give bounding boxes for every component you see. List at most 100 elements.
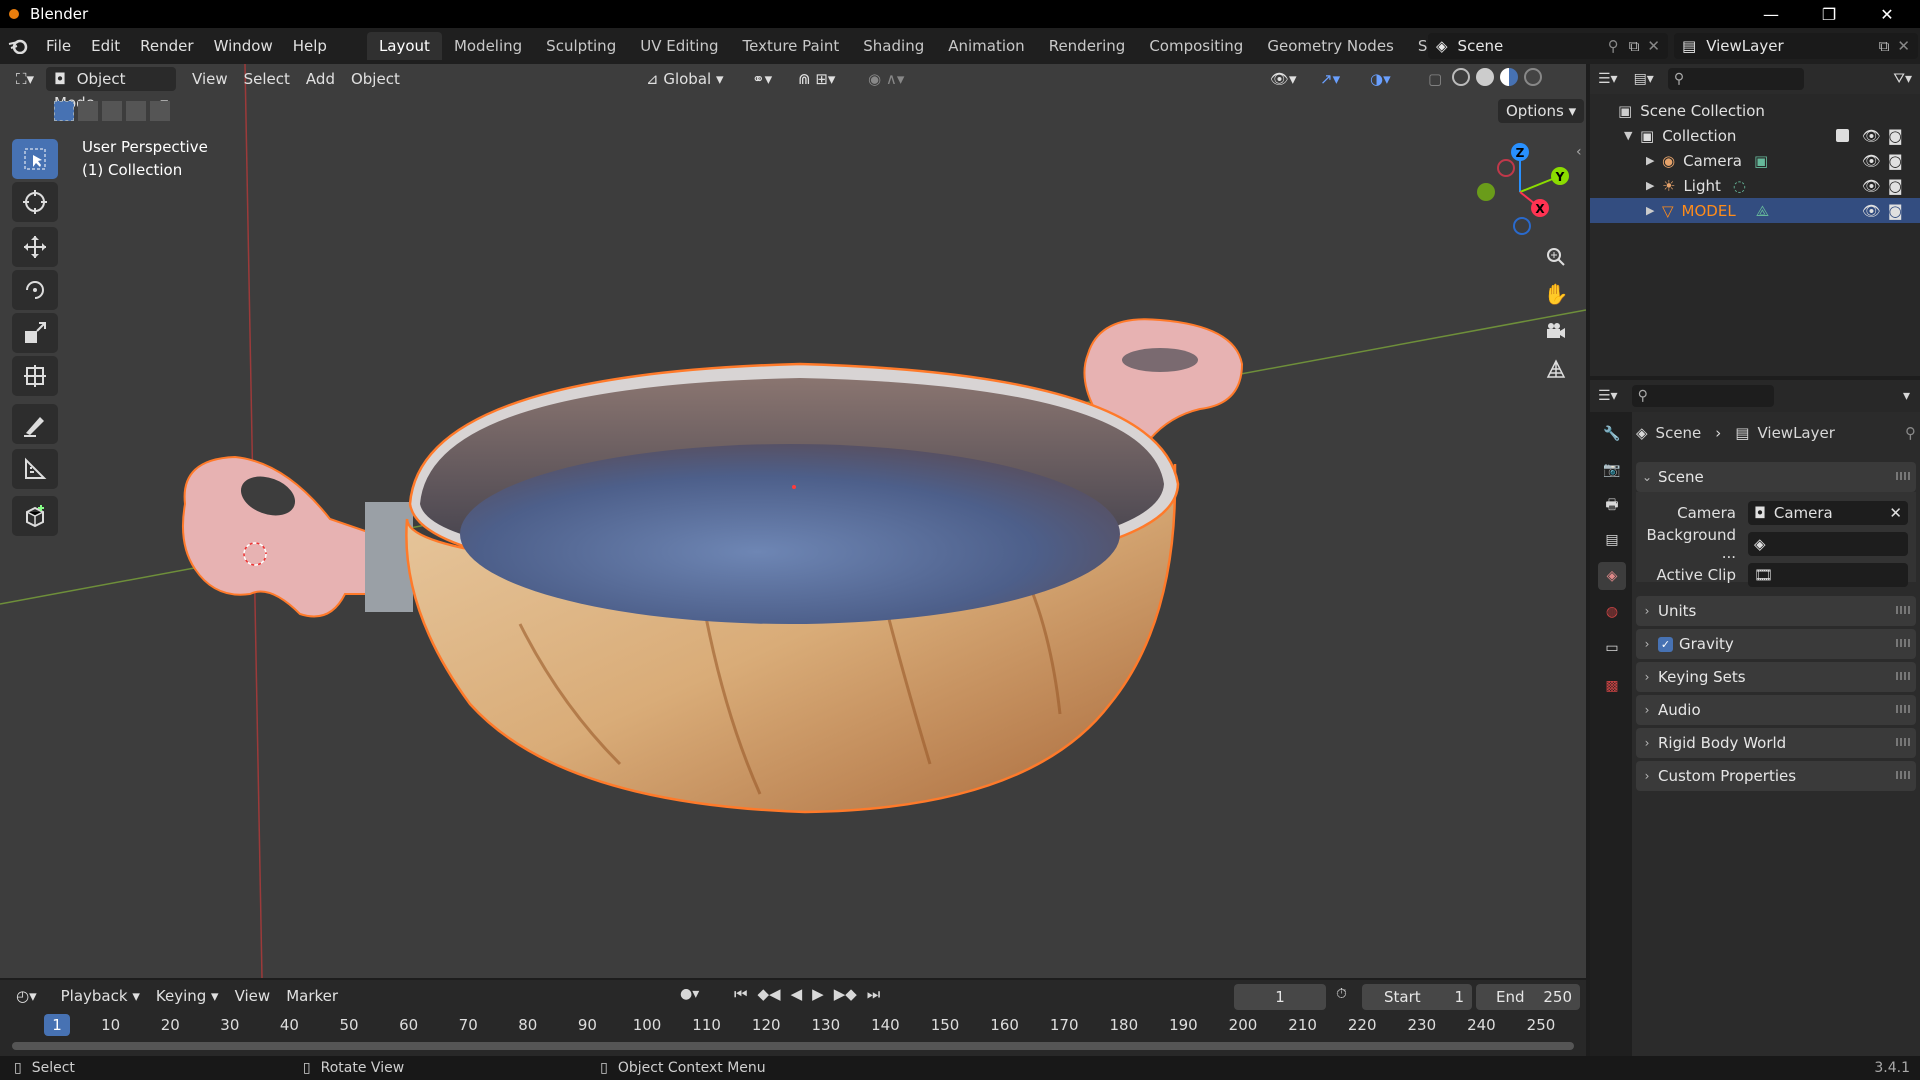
panel-gravity[interactable]: › ✓ Gravity: [1636, 629, 1916, 659]
drag-grip-icon[interactable]: [1896, 672, 1910, 680]
tab-geometry-nodes[interactable]: Geometry Nodes: [1255, 32, 1406, 60]
close-button[interactable]: ✕: [1858, 0, 1916, 28]
start-frame-field[interactable]: Start 1: [1362, 984, 1472, 1010]
select-extend-icon[interactable]: [78, 101, 98, 121]
expand-arrow-icon[interactable]: ▶: [1646, 154, 1662, 167]
render-camera-icon[interactable]: ◙: [1888, 152, 1903, 170]
tool-tab-icon[interactable]: 🔧: [1598, 420, 1626, 448]
select-intersect-icon[interactable]: [150, 101, 170, 121]
annotate-tool[interactable]: [12, 404, 58, 444]
camera-view-icon[interactable]: [1540, 315, 1572, 347]
tab-texture-paint[interactable]: Texture Paint: [730, 32, 851, 60]
measure-tool[interactable]: [12, 449, 58, 489]
zoom-icon[interactable]: [1540, 241, 1572, 273]
jump-to-keyframe-forward-icon[interactable]: ▶◆: [834, 985, 857, 1003]
move-tool[interactable]: [12, 227, 58, 267]
pin-icon[interactable]: ⚲: [1905, 424, 1916, 442]
jump-to-end-icon[interactable]: ⏭: [867, 985, 881, 1003]
timeline-menu-keying[interactable]: Keying ▾: [148, 984, 227, 1008]
editor-type-icon[interactable]: ⛶▾: [8, 67, 42, 91]
menu-window[interactable]: Window: [204, 37, 283, 55]
transform-orientation-dropdown[interactable]: ⊿ Global ▾: [638, 67, 732, 91]
display-mode-icon[interactable]: ▤▾: [1634, 71, 1654, 87]
transform-tool[interactable]: [12, 356, 58, 396]
menu-file[interactable]: File: [36, 37, 81, 55]
cursor-tool[interactable]: [12, 182, 58, 222]
output-tab-icon[interactable]: 🖶: [1598, 492, 1626, 520]
select-new-icon[interactable]: [54, 101, 74, 121]
overlays-icon[interactable]: ◑▾: [1362, 67, 1399, 91]
drag-grip-icon[interactable]: [1896, 738, 1910, 746]
outliner-row-collection[interactable]: ▼ ▣ Collection 👁 ◙: [1590, 123, 1920, 148]
render-camera-icon[interactable]: ◙: [1888, 177, 1903, 195]
drag-grip-icon[interactable]: [1896, 771, 1910, 779]
snap-icon[interactable]: ⋒ ⊞▾: [790, 67, 843, 91]
pin-icon[interactable]: ⚲: [1608, 37, 1619, 55]
pivot-point-icon[interactable]: ⚭▾: [744, 67, 780, 91]
sidebar-toggle-icon[interactable]: ‹: [1576, 144, 1582, 160]
pan-hand-icon[interactable]: ✋: [1540, 278, 1572, 310]
background-field[interactable]: ◈: [1748, 532, 1908, 556]
light-data-icon[interactable]: ◌: [1733, 177, 1746, 195]
outliner-row-model[interactable]: ▶ ▽ MODEL ⟁ 👁 ◙: [1590, 198, 1920, 223]
panel-units[interactable]: › Units: [1636, 596, 1916, 626]
drag-grip-icon[interactable]: [1896, 705, 1910, 713]
auto-keying-icon[interactable]: ●▾: [680, 986, 699, 1002]
mode-selector[interactable]: ◘ Object Mode ▾: [46, 67, 177, 112]
current-frame-field[interactable]: 1: [1234, 984, 1326, 1010]
viewport-menu-view[interactable]: View: [184, 67, 236, 91]
visibility-eye-icon[interactable]: 👁: [1862, 152, 1881, 170]
outliner-editor-type-icon[interactable]: ☰▾: [1598, 71, 1618, 87]
options-dropdown[interactable]: Options ▾: [1498, 99, 1585, 123]
rendered-shading-icon[interactable]: [1524, 68, 1542, 86]
world-tab-icon[interactable]: ◍: [1598, 598, 1626, 626]
view-layer-tab-icon[interactable]: ▤: [1598, 526, 1626, 554]
visibility-eye-icon[interactable]: 👁: [1862, 177, 1881, 195]
expand-arrow-icon[interactable]: ▼: [1624, 129, 1640, 142]
camera-field[interactable]: ◘ Camera ✕: [1748, 501, 1908, 525]
tab-sculpting[interactable]: Sculpting: [534, 32, 628, 60]
properties-options-icon[interactable]: ▾: [1903, 388, 1910, 404]
play-icon[interactable]: ▶: [812, 985, 824, 1003]
viewport-menu-select[interactable]: Select: [236, 67, 298, 91]
scale-tool[interactable]: [12, 313, 58, 353]
select-box-tool[interactable]: [12, 139, 58, 179]
select-invert-icon[interactable]: [126, 101, 146, 121]
drag-grip-icon[interactable]: [1896, 472, 1910, 480]
maximize-button[interactable]: ❐: [1800, 0, 1858, 28]
tab-shading[interactable]: Shading: [851, 32, 936, 60]
proportional-edit-icon[interactable]: ◉ ∧▾: [860, 67, 912, 91]
render-tab-icon[interactable]: 📷: [1598, 456, 1626, 484]
menu-edit[interactable]: Edit: [81, 37, 130, 55]
properties-search-input[interactable]: ⚲: [1631, 385, 1774, 407]
tab-rendering[interactable]: Rendering: [1037, 32, 1138, 60]
navigation-gizmo[interactable]: Z Y X: [1468, 140, 1574, 250]
end-frame-field[interactable]: End 250: [1476, 984, 1580, 1010]
tab-animation[interactable]: Animation: [936, 32, 1036, 60]
ortho-toggle-icon[interactable]: [1540, 353, 1572, 385]
active-clip-field[interactable]: 🎞: [1748, 563, 1908, 587]
panel-custom-properties[interactable]: › Custom Properties: [1636, 761, 1916, 791]
jump-to-start-icon[interactable]: ⏮: [734, 985, 748, 1003]
tab-uv-editing[interactable]: UV Editing: [628, 32, 730, 60]
minimize-button[interactable]: —: [1742, 0, 1800, 28]
timeline-menu-playback[interactable]: Playback ▾: [53, 984, 148, 1008]
viewport-menu-object[interactable]: Object: [343, 67, 408, 91]
panel-rigid-body-world[interactable]: › Rigid Body World: [1636, 728, 1916, 758]
blender-menu-icon[interactable]: [0, 38, 36, 54]
rotate-tool[interactable]: [12, 270, 58, 310]
play-reverse-icon[interactable]: ◀: [791, 985, 803, 1003]
render-camera-icon[interactable]: ◙: [1888, 202, 1903, 220]
visibility-eye-icon[interactable]: 👁: [1862, 202, 1881, 220]
panel-scene-header[interactable]: ⌄ Scene: [1636, 462, 1916, 492]
tab-layout[interactable]: Layout: [366, 32, 442, 60]
timeline-menu-view[interactable]: View: [227, 984, 279, 1008]
collection-tab-icon[interactable]: ▭: [1598, 634, 1626, 662]
wireframe-shading-icon[interactable]: [1452, 68, 1470, 86]
remove-scene-icon[interactable]: ✕: [1647, 37, 1660, 55]
mesh-data-icon[interactable]: ⟁: [1756, 202, 1769, 220]
panel-audio[interactable]: › Audio: [1636, 695, 1916, 725]
render-camera-icon[interactable]: ◙: [1888, 127, 1903, 145]
xray-icon[interactable]: ▢: [1420, 67, 1450, 91]
remove-view-layer-icon[interactable]: ✕: [1897, 37, 1910, 55]
